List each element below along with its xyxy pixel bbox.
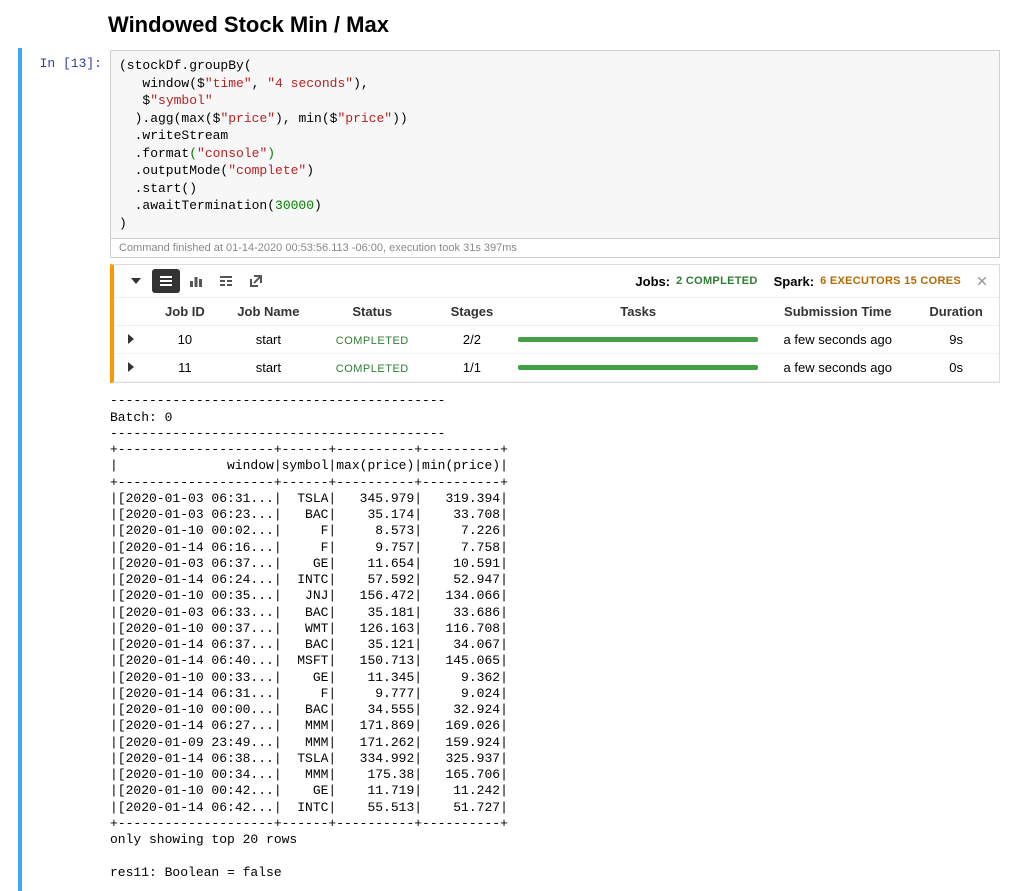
tasks-progress-bar	[518, 337, 758, 342]
chevron-down-icon	[131, 278, 141, 284]
cell-job-name: start	[222, 354, 315, 382]
cell-submission-time: a few seconds ago	[762, 326, 913, 354]
cell-status: COMPLETED	[336, 335, 409, 347]
cell-submission-time: a few seconds ago	[762, 354, 913, 382]
cell-job-name: start	[222, 326, 315, 354]
col-duration: Duration	[913, 298, 999, 326]
col-submission-time: Submission Time	[762, 298, 913, 326]
spark-label: Spark:	[774, 274, 814, 289]
section-heading: Windowed Stock Min / Max	[108, 12, 1012, 38]
list-icon	[158, 273, 174, 289]
col-stages: Stages	[430, 298, 515, 326]
spark-resources: 6 EXECUTORS 15 CORES	[820, 275, 961, 287]
jobs-completed-count: 2 COMPLETED	[676, 275, 758, 287]
open-external-button[interactable]	[242, 269, 270, 293]
panel-toolbar: Jobs: 2 COMPLETED Spark: 6 EXECUTORS 15 …	[114, 265, 999, 298]
jobs-table: Job ID Job Name Status Stages Tasks Subm…	[114, 298, 999, 382]
close-icon	[976, 275, 988, 287]
table-icon	[218, 273, 234, 289]
cell-stages: 2/2	[430, 326, 515, 354]
cell-job-id: 11	[148, 354, 222, 382]
jobs-label: Jobs:	[635, 274, 670, 289]
cell-duration: 9s	[913, 326, 999, 354]
cell-prompt: In [13]:	[22, 50, 110, 881]
spark-jobs-panel: Jobs: 2 COMPLETED Spark: 6 EXECUTORS 15 …	[110, 264, 1000, 383]
cell-body: (stockDf.groupBy( window($"time", "4 sec…	[110, 50, 1012, 881]
code-input[interactable]: (stockDf.groupBy( window($"time", "4 sec…	[110, 50, 1000, 239]
close-panel-button[interactable]	[973, 272, 991, 290]
notebook-cell: In [13]: (stockDf.groupBy( window($"time…	[18, 48, 1012, 891]
table-row[interactable]: 10start COMPLETED 2/2 a few seconds ago9s	[114, 326, 999, 354]
tasks-progress-bar	[518, 365, 758, 370]
col-status: Status	[315, 298, 430, 326]
expand-row-icon[interactable]	[128, 362, 134, 372]
col-tasks: Tasks	[514, 298, 762, 326]
external-link-icon	[248, 273, 264, 289]
cell-duration: 0s	[913, 354, 999, 382]
cell-stages: 1/1	[430, 354, 515, 382]
table-row[interactable]: 11start COMPLETED 1/1 a few seconds ago0s	[114, 354, 999, 382]
list-view-button[interactable]	[152, 269, 180, 293]
cell-job-id: 10	[148, 326, 222, 354]
col-job-id: Job ID	[148, 298, 222, 326]
command-finished-status: Command finished at 01-14-2020 00:53:56.…	[110, 239, 1000, 258]
col-job-name: Job Name	[222, 298, 315, 326]
console-output: ----------------------------------------…	[110, 393, 1000, 881]
expand-row-icon[interactable]	[128, 334, 134, 344]
chart-view-button[interactable]	[182, 269, 210, 293]
collapse-toggle[interactable]	[122, 269, 150, 293]
table-view-button[interactable]	[212, 269, 240, 293]
bar-chart-icon	[188, 273, 204, 289]
cell-status: COMPLETED	[336, 363, 409, 375]
